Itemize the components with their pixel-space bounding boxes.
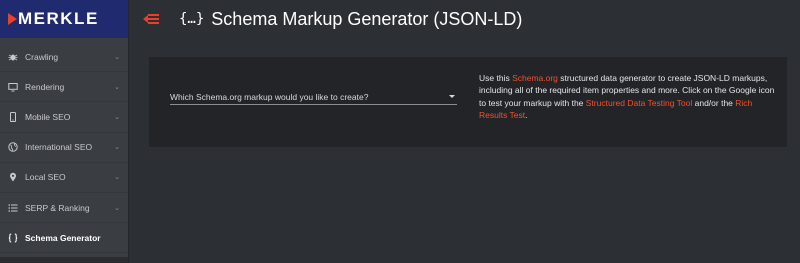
chevron-down-icon: ⌄: [114, 204, 120, 212]
description-text: .: [525, 109, 528, 120]
collapse-sidebar-icon[interactable]: [143, 12, 159, 26]
braces-title-icon: {…}: [179, 11, 205, 27]
location-pin-icon: [8, 172, 18, 182]
merkle-logo-mark-icon: [8, 13, 17, 25]
sidebar-item-serp-ranking[interactable]: SERP & Ranking ⌄: [0, 193, 128, 224]
sidebar-item-label: International SEO: [25, 142, 93, 153]
chevron-down-icon: ⌄: [114, 174, 120, 182]
sidebar-item-crawling[interactable]: Crawling ⌄: [0, 42, 128, 73]
sidebar-item-label: Local SEO: [25, 172, 66, 183]
generator-description: Use this Schema.org structured data gene…: [479, 72, 775, 121]
description-text: and/or the: [692, 97, 736, 108]
chevron-down-icon: ⌄: [114, 83, 120, 91]
mobile-icon: [8, 111, 18, 122]
page-title-wrap: {…} Schema Markup Generator (JSON-LD): [179, 9, 522, 30]
sidebar-item-label: Schema Generator: [25, 232, 101, 243]
merkle-logo[interactable]: MERKLE: [0, 0, 128, 38]
braces-icon: [8, 233, 18, 243]
sidebar-menu: Crawling ⌄ Rendering ⌄ Mobile SEO ⌄ Inte…: [0, 42, 128, 254]
schema-type-select-label: Which Schema.org markup would you like t…: [170, 92, 369, 102]
schema-org-link[interactable]: Schema.org: [512, 73, 558, 83]
sidebar-item-label: Rendering: [25, 81, 65, 92]
sidebar-item-mobile-seo[interactable]: Mobile SEO ⌄: [0, 102, 128, 133]
structured-data-testing-tool-link[interactable]: Structured Data Testing Tool: [586, 98, 692, 108]
sidebar-item-label: SERP & Ranking: [25, 202, 90, 213]
chevron-down-icon: ⌄: [114, 144, 120, 152]
sidebar-item-international-seo[interactable]: International SEO ⌄: [0, 133, 128, 163]
dropdown-caret-icon: [449, 95, 455, 98]
sidebar-item-label: Mobile SEO: [25, 111, 71, 122]
schema-type-select[interactable]: Which Schema.org markup would you like t…: [170, 83, 457, 105]
screen-icon: [8, 82, 18, 92]
sidebar-item-rendering[interactable]: Rendering ⌄: [0, 72, 128, 103]
sidebar-item-schema-generator[interactable]: Schema Generator: [0, 223, 128, 254]
sidebar-item-label: Crawling: [25, 51, 59, 62]
sidebar-footer: [0, 257, 128, 263]
generator-card: Which Schema.org markup would you like t…: [149, 57, 787, 147]
list-icon: [8, 203, 18, 213]
brand-name: MERKLE: [18, 9, 99, 28]
description-text: Use this: [479, 73, 513, 83]
top-bar: {…} Schema Markup Generator (JSON-LD): [129, 0, 800, 38]
chevron-down-icon: ⌄: [114, 113, 120, 121]
bug-icon: [8, 52, 18, 62]
page-title: Schema Markup Generator (JSON-LD): [211, 8, 523, 29]
globe-icon: [8, 142, 18, 152]
sidebar: MERKLE Crawling ⌄ Rendering ⌄ Mobile SEO…: [0, 0, 129, 263]
chevron-down-icon: ⌄: [114, 53, 120, 61]
sidebar-item-local-seo[interactable]: Local SEO ⌄: [0, 163, 128, 193]
